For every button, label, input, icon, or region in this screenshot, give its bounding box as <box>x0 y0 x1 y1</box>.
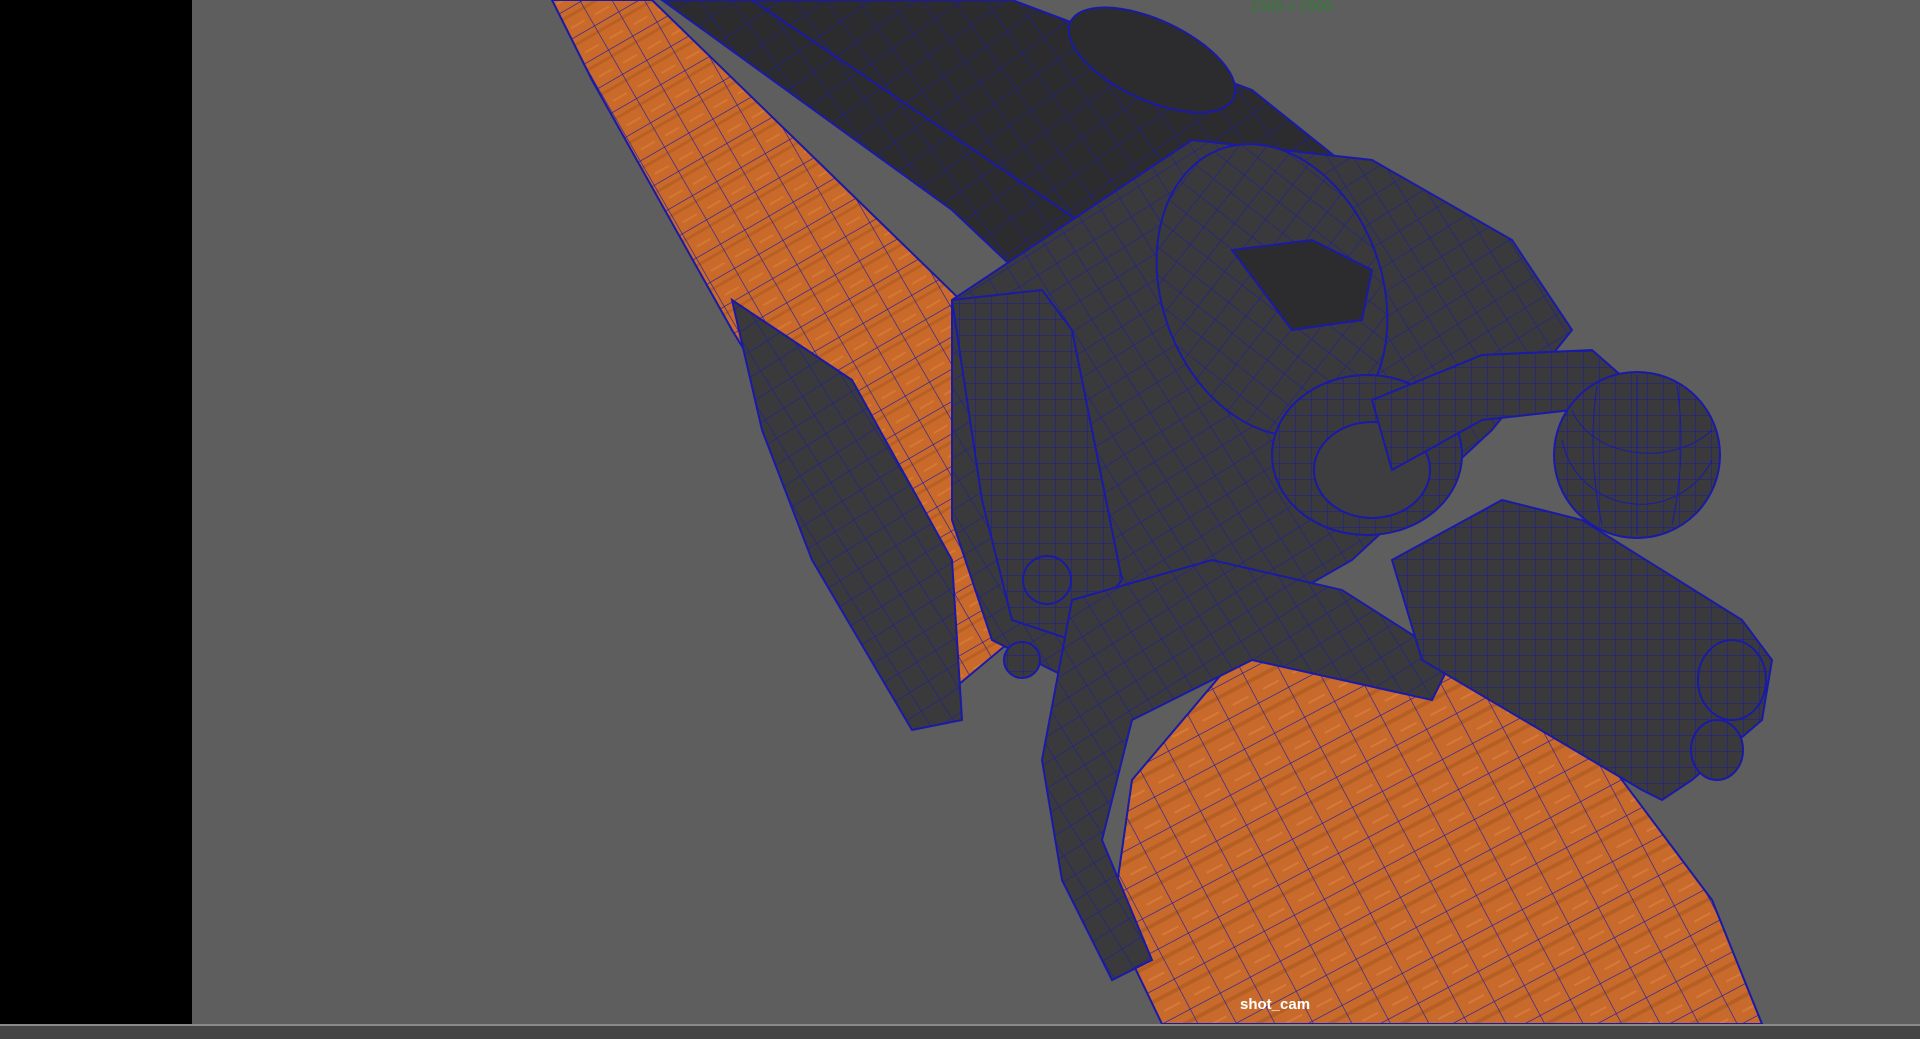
camera-name-label: shot_cam <box>1240 996 1311 1013</box>
viewport-canvas <box>550 0 1774 1024</box>
resolution-gate-label: 1500 x 1500 <box>1250 0 1333 15</box>
left-panel <box>0 0 192 1024</box>
status-bar <box>0 1024 1920 1039</box>
maya-window: 1500 x 1500 shot_cam <box>0 0 1920 1039</box>
3d-viewport[interactable]: 1500 x 1500 shot_cam <box>192 0 1920 1024</box>
